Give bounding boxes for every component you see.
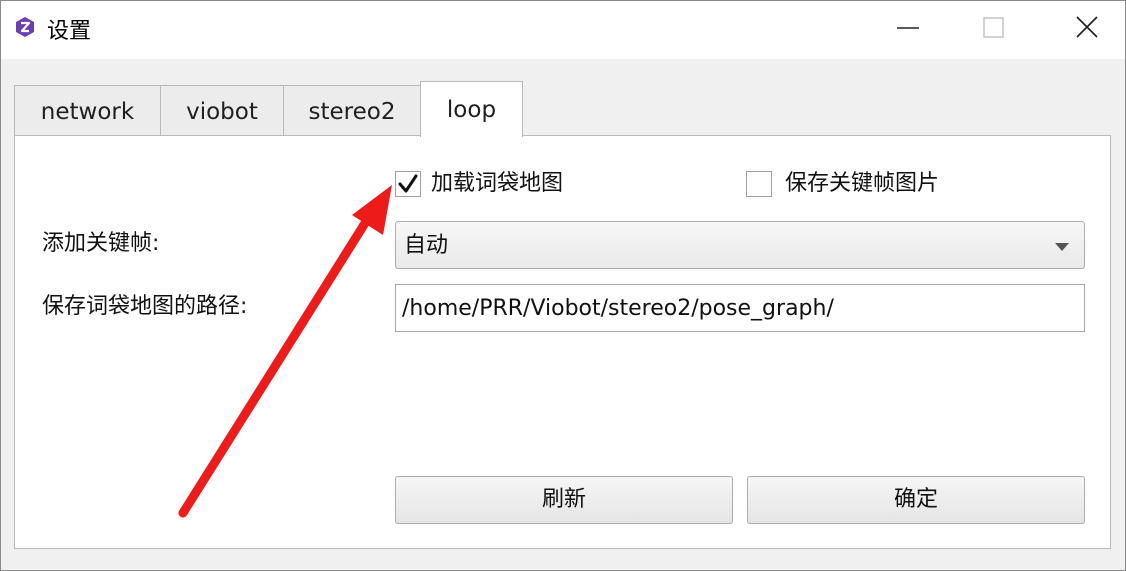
tab-network[interactable]: network — [14, 85, 161, 135]
tab-loop[interactable]: loop — [420, 81, 523, 137]
loop-settings-panel: 加载词袋地图 保存关键帧图片 添加关键帧: 自动 保存词袋地图的路径: 刷新 确… — [14, 135, 1111, 549]
load-bow-map-checkbox[interactable] — [395, 171, 421, 197]
load-bow-map-label: 加载词袋地图 — [431, 171, 564, 196]
save-keyframe-images-checkbox[interactable] — [746, 171, 772, 197]
refresh-button[interactable]: 刷新 — [395, 476, 733, 524]
bow-map-path-input[interactable] — [395, 284, 1085, 332]
window-title: 设置 — [47, 19, 92, 44]
bow-map-path-label: 保存词袋地图的路径: — [42, 294, 248, 319]
tab-viobot[interactable]: viobot — [160, 85, 284, 135]
checkmark-icon — [398, 174, 418, 193]
add-keyframe-label: 添加关键帧: — [42, 231, 160, 256]
tab-stereo2[interactable]: stereo2 — [283, 85, 421, 135]
confirm-button[interactable]: 确定 — [747, 476, 1085, 524]
save-keyframe-images-label: 保存关键帧图片 — [785, 171, 940, 196]
close-button[interactable] — [1035, 1, 1125, 53]
close-icon — [1076, 16, 1098, 38]
minimize-icon — [897, 27, 919, 29]
minimize-button[interactable] — [863, 1, 953, 53]
maximize-button[interactable] — [949, 1, 1039, 53]
add-keyframe-dropdown[interactable]: 自动 — [395, 221, 1085, 269]
settings-content: network viobot stereo2 loop 加载词袋地图 保存关键帧… — [1, 59, 1125, 570]
app-logo-icon — [16, 17, 34, 37]
maximize-icon — [983, 17, 1004, 38]
chevron-down-icon — [1055, 243, 1069, 251]
add-keyframe-value: 自动 — [404, 233, 449, 258]
settings-window: 设置 network viobot stereo2 loop 加载词袋地图 保存… — [0, 0, 1126, 571]
title-bar: 设置 — [1, 1, 1125, 59]
